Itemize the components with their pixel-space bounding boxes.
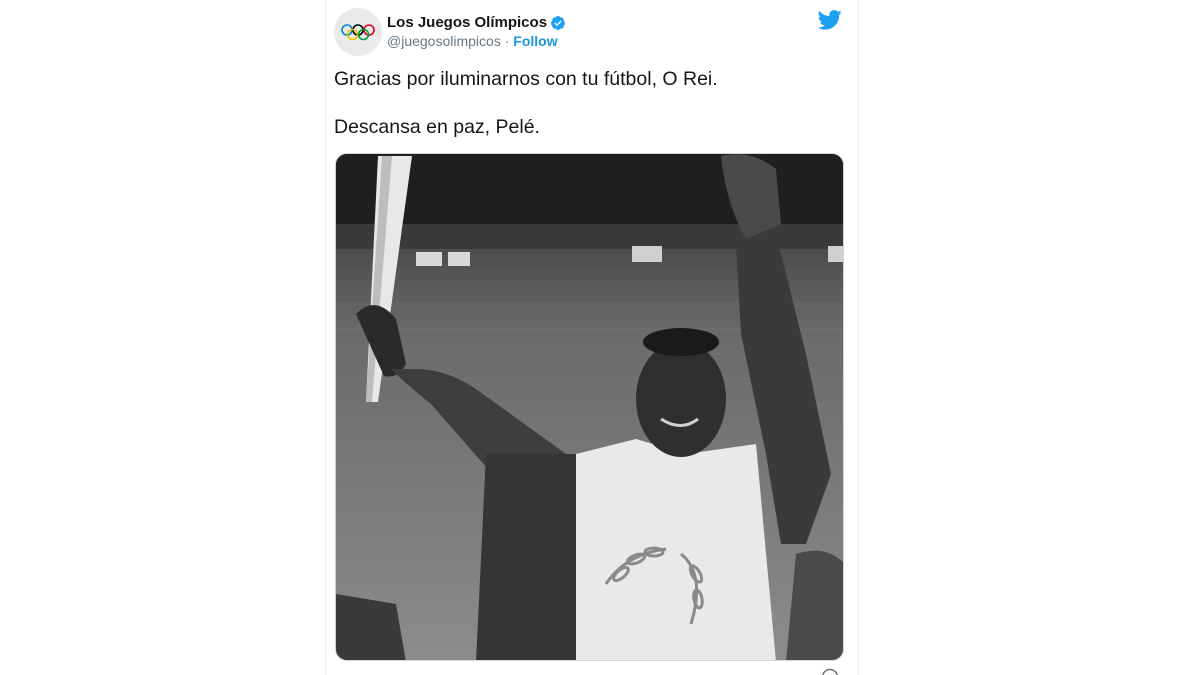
olympic-rings-icon [341, 24, 375, 41]
follow-link[interactable]: Follow [513, 33, 557, 49]
tweet-line-1: Gracias por iluminarnos con tu fútbol, O… [334, 68, 718, 90]
avatar[interactable] [334, 8, 382, 56]
tweet-line-2: Descansa en paz, Pelé. [334, 116, 540, 138]
info-icon[interactable] [821, 668, 839, 675]
separator: · [504, 33, 510, 49]
photo-illustration [336, 154, 843, 660]
page: Los Juegos Olímpicos @juegosolimpicos · … [0, 0, 1200, 675]
display-name[interactable]: Los Juegos Olímpicos [387, 13, 547, 32]
author-info: Los Juegos Olímpicos @juegosolimpicos · … [387, 13, 566, 51]
handle-row: @juegosolimpicos · Follow [387, 32, 566, 51]
name-row: Los Juegos Olímpicos [387, 13, 566, 32]
tweet-header: Los Juegos Olímpicos @juegosolimpicos · … [334, 8, 566, 56]
handle[interactable]: @juegosolimpicos [387, 33, 501, 49]
verified-badge-icon [550, 15, 566, 31]
tweet-photo[interactable] [335, 153, 844, 661]
tweet-text: Gracias por iluminarnos con tu fútbol, O… [334, 66, 844, 162]
twitter-bird-icon[interactable] [817, 10, 842, 35]
embedded-tweet: Los Juegos Olímpicos @juegosolimpicos · … [325, 0, 859, 675]
